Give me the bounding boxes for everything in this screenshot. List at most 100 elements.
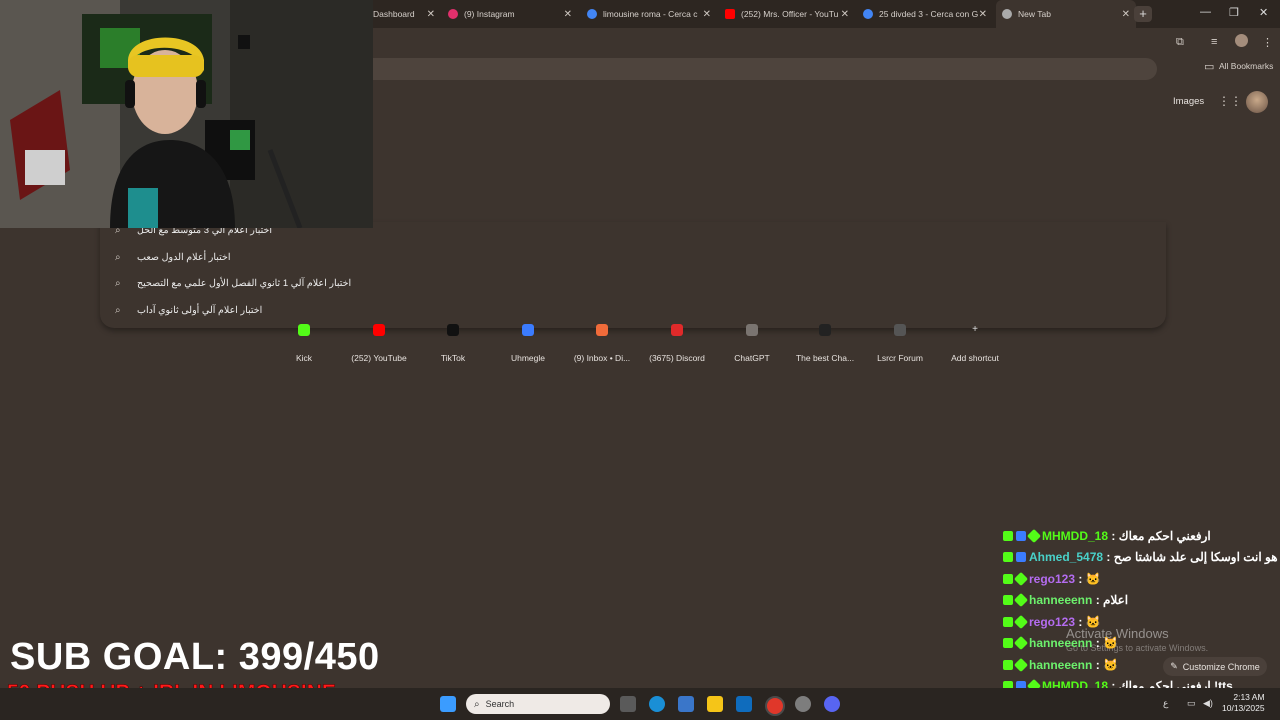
close-icon[interactable]: ✕ <box>841 9 849 20</box>
date: 10/13/2025 <box>1222 703 1265 713</box>
chat-message: rego123 : 🐱 <box>1003 569 1101 589</box>
close-icon[interactable]: ✕ <box>979 9 987 20</box>
taskbar-clock[interactable]: 2:13 AM 10/13/2025 <box>1222 692 1265 714</box>
app-icon[interactable] <box>795 696 811 712</box>
close-icon[interactable]: ✕ <box>703 9 711 20</box>
extensions-icon[interactable]: ⧉ <box>1176 36 1184 49</box>
youtube-icon <box>373 324 385 336</box>
chat-text: 🐱 <box>1085 572 1101 586</box>
volume-icon[interactable]: ◀) <box>1203 698 1213 709</box>
close-icon[interactable]: ✕ <box>1122 9 1130 20</box>
instagram-icon <box>448 9 458 19</box>
tab-new-tab[interactable]: New Tab ✕ <box>996 0 1136 28</box>
tab-google-search[interactable]: 25 divded 3 - Cerca con G ✕ <box>863 0 993 28</box>
chat-text: 🐱 <box>1085 615 1101 629</box>
chat-separator: : <box>1108 529 1119 543</box>
shortcut-kick[interactable]: Kick <box>267 318 341 363</box>
chat-username: hanneeenn <box>1029 593 1093 607</box>
shortcut-label: Uhmegle <box>510 353 546 363</box>
tab-title: (252) Mrs. Officer - YouTu <box>741 9 839 19</box>
chat-username: Ahmed_5478 <box>1029 550 1104 564</box>
shortcut-lsrcr-forum[interactable]: Lsrcr Forum <box>863 318 937 363</box>
shortcut-label: (3675) Discord <box>649 353 705 363</box>
chat-message: rego123 : 🐱 <box>1003 612 1101 632</box>
chat-username: rego123 <box>1029 615 1076 629</box>
chat-username: rego123 <box>1029 572 1076 586</box>
shortcut-youtube[interactable]: (252) YouTube <box>342 318 416 363</box>
shortcut-best-cha[interactable]: The best Cha... <box>788 318 862 363</box>
windows-start-icon[interactable] <box>440 696 456 712</box>
chat-username: hanneeenn <box>1029 658 1093 672</box>
store-icon[interactable] <box>678 696 694 712</box>
chat-separator: : <box>1075 572 1086 586</box>
shortcut-chatgpt[interactable]: ChatGPT <box>715 318 789 363</box>
kick-badge-icon <box>1003 617 1013 627</box>
network-icon[interactable]: ▭ <box>1187 698 1196 709</box>
search-icon: ⌕ <box>115 277 121 289</box>
sparkle-badge-icon <box>1013 571 1029 587</box>
shortcut-uhmegle[interactable]: Uhmegle <box>491 318 565 363</box>
chat-text: 🐱 <box>1103 658 1118 672</box>
shortcut-discord[interactable]: (3675) Discord <box>640 318 714 363</box>
kick-badge-icon <box>1003 638 1013 648</box>
sub-goal-text: SUB GOAL: 399/450 <box>10 636 380 678</box>
close-icon[interactable]: ✕ <box>564 9 572 20</box>
tab-dashboard[interactable]: Dashboard ✕ <box>373 0 441 28</box>
mod-badge-icon <box>1016 552 1026 562</box>
customize-chrome-button[interactable]: ✎ Customize Chrome <box>1163 657 1267 676</box>
task-view-icon[interactable] <box>620 696 636 712</box>
all-bookmarks[interactable]: All Bookmarks <box>1219 61 1273 71</box>
chat-separator: : <box>1092 658 1104 672</box>
shortcut-tiktok[interactable]: TikTok <box>416 318 490 363</box>
chat-separator: : <box>1075 615 1086 629</box>
chrome-taskbar-icon[interactable] <box>765 696 785 716</box>
shortcut-inbox[interactable]: (9) Inbox • Di... <box>565 318 639 363</box>
search-icon: ⌕ <box>115 304 121 316</box>
chat-text: اعلام <box>1103 593 1129 607</box>
kick-badge-icon <box>1003 531 1013 541</box>
shortcut-label: (9) Inbox • Di... <box>573 353 631 363</box>
restore-icon[interactable]: ❐ <box>1229 6 1239 19</box>
outlook-icon[interactable] <box>736 696 752 712</box>
shortcut-add[interactable]: + Add shortcut <box>938 318 1012 363</box>
avatar[interactable] <box>1235 34 1248 47</box>
shortcut-label: Add shortcut <box>951 353 999 363</box>
chat-separator: : <box>1103 550 1114 564</box>
chrome-icon <box>1002 9 1012 19</box>
chat-separator: : <box>1092 593 1104 607</box>
minimize-icon[interactable]: — <box>1200 6 1211 18</box>
youtube-icon <box>725 9 735 19</box>
file-explorer-icon[interactable] <box>707 696 723 712</box>
suggestion-text: اختبار اعلام آلي 1 ثانوي الفصل الأول علم… <box>137 277 352 289</box>
chatgpt-icon <box>746 324 758 336</box>
address-bar[interactable] <box>360 58 1157 80</box>
search-icon: ⌕ <box>474 698 480 710</box>
sparkle-badge-icon <box>1013 592 1029 608</box>
profile-avatar[interactable] <box>1246 91 1268 113</box>
menu-icon[interactable]: ⋮ <box>1262 36 1273 49</box>
tab-instagram[interactable]: (9) Instagram ✕ <box>448 0 578 28</box>
language-indicator[interactable]: ع <box>1163 698 1168 709</box>
kick-badge-icon <box>1003 660 1013 670</box>
shortcut-label: Lsrcr Forum <box>877 353 923 363</box>
uhmegle-icon <box>522 324 534 336</box>
inbox-icon <box>596 324 608 336</box>
tab-limousine[interactable]: limousine roma - Cerca c ✕ <box>587 0 717 28</box>
close-icon[interactable]: ✕ <box>427 9 435 20</box>
new-tab-button[interactable]: + <box>1134 6 1152 22</box>
taskbar-search[interactable]: ⌕ Search <box>466 694 610 714</box>
discord-taskbar-icon[interactable] <box>824 696 840 712</box>
chat-message: Ahmed_5478 : هو انت اوسكا إلى علد شاشتا … <box>1003 547 1278 567</box>
search-suggestions: ⌕ اختبار اعلام آلي 3 متوسط مع الحل ⌕ اخت… <box>100 222 1166 328</box>
close-window-icon[interactable]: ✕ <box>1259 6 1268 19</box>
images-link[interactable]: Images <box>1173 96 1204 107</box>
tab-youtube[interactable]: (252) Mrs. Officer - YouTu ✕ <box>725 0 855 28</box>
discord-icon <box>671 324 683 336</box>
edge-icon[interactable] <box>649 696 665 712</box>
suggestion-text: اختبار أعلام الدول صعب <box>137 251 231 263</box>
sparkle-badge-icon <box>1026 528 1042 544</box>
media-icon[interactable]: ≡ <box>1211 36 1217 48</box>
streamer-webcam-image <box>0 0 373 228</box>
taskbar <box>0 688 1280 720</box>
chat-message: hanneeenn : 🐱 <box>1003 655 1118 675</box>
